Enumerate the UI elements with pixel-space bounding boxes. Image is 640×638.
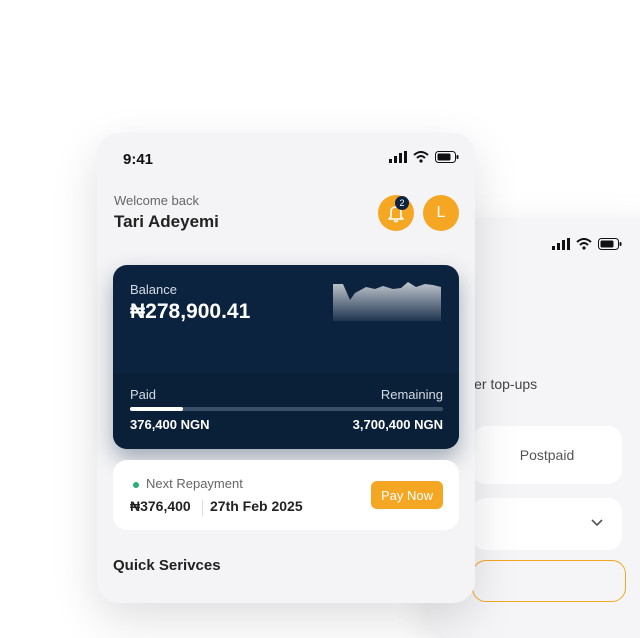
main-phone-screen: 9:41 Welcome back Tari Adeyemi 2 L Balan… xyxy=(97,133,475,603)
balance-card-bottom xyxy=(113,373,459,449)
battery-icon xyxy=(598,238,622,250)
welcome-text: Welcome back xyxy=(114,193,200,208)
quick-services-heading: Quick Serivces xyxy=(113,557,221,574)
next-repayment-label: Next Repayment xyxy=(146,476,243,491)
wifi-icon xyxy=(413,151,429,163)
signal-icon xyxy=(552,238,570,250)
balance-label: Balance xyxy=(130,282,177,297)
avatar[interactable]: L xyxy=(423,195,459,231)
repayment-progress-fill xyxy=(130,407,184,411)
status-time: 9:41 xyxy=(123,151,154,168)
back-outlined-field[interactable] xyxy=(472,560,626,602)
next-repayment-card: Next Repayment ₦376,400 27th Feb 2025 Pa… xyxy=(113,460,459,530)
repayment-amount: ₦376,400 xyxy=(130,498,191,514)
battery-icon xyxy=(435,151,459,163)
signal-icon xyxy=(389,151,407,163)
back-status-icons xyxy=(552,238,622,250)
divider xyxy=(202,500,203,516)
tab-postpaid-label: Postpaid xyxy=(519,447,575,463)
balance-value: ₦278,900.41 xyxy=(130,300,251,323)
status-icons xyxy=(389,151,459,163)
tab-postpaid[interactable]: Postpaid xyxy=(472,426,622,484)
balance-sparkline xyxy=(333,282,441,321)
notification-button[interactable]: 2 xyxy=(378,195,414,231)
balance-card: Balance ₦278,900.41 Paid Remaining 376,4… xyxy=(113,265,459,449)
wifi-icon xyxy=(576,238,592,250)
remaining-label: Remaining xyxy=(380,387,443,402)
repayment-progress-bar xyxy=(130,407,443,411)
back-dropdown[interactable] xyxy=(472,498,622,550)
repayment-date: 27th Feb 2025 xyxy=(210,498,303,514)
status-dot xyxy=(133,482,139,488)
chevron-down-icon xyxy=(591,519,603,527)
pay-now-button[interactable]: Pay Now xyxy=(371,481,443,509)
paid-label: Paid xyxy=(130,387,157,402)
paid-value: 376,400 NGN xyxy=(130,417,210,432)
remaining-value: 3,700,400 NGN xyxy=(352,417,443,432)
notification-badge: 2 xyxy=(395,196,409,210)
user-name: Tari Adeyemi xyxy=(114,212,219,231)
